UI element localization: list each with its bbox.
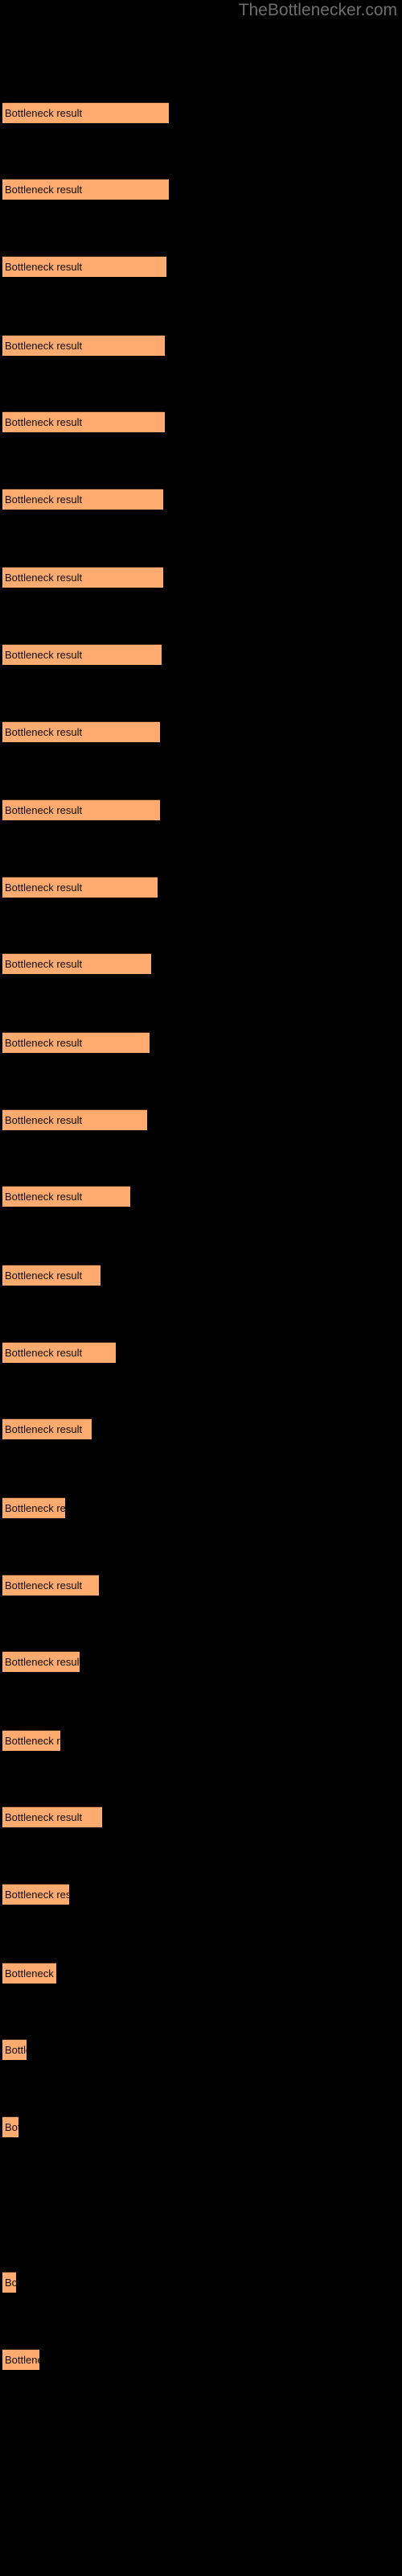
bottleneck-result-bar[interactable]: Bottleneck result	[2, 1962, 57, 1984]
bar-row: Bottleneck result	[0, 2039, 402, 2061]
bottleneck-result-bar[interactable]: Bottleneck result	[2, 1108, 148, 1130]
bar-row: Bottleneck result	[0, 2195, 402, 2217]
bar-label: Bottleneck result	[5, 649, 83, 661]
bar-row: Bottleneck result	[0, 1806, 402, 1828]
bottleneck-result-bar[interactable]: Bottleneck result	[2, 1729, 60, 1751]
bottleneck-result-bar[interactable]: Bottleneck result	[2, 1497, 66, 1518]
bar-label: Bottleneck result	[5, 881, 83, 894]
bottleneck-result-bar[interactable]: Bottleneck result	[2, 179, 169, 200]
bar-row: Bottleneck result	[0, 1574, 402, 1596]
bottleneck-result-bar[interactable]: Bottleneck result	[2, 1884, 69, 1905]
bar-row: Bottleneck result	[0, 567, 402, 588]
bottleneck-result-bar[interactable]: Bottleneck result	[2, 411, 166, 433]
bar-label: Bottleneck result	[5, 1037, 83, 1050]
bottleneck-result-bar[interactable]: Bottleneck result	[2, 2116, 18, 2137]
bar-row: Bottleneck result	[0, 1032, 402, 1054]
bar-label: Bottleneck result	[5, 2120, 18, 2133]
bar-label: Bottleneck result	[5, 2353, 39, 2366]
bar-label: Bottleneck result	[5, 958, 83, 971]
bottleneck-result-bar[interactable]: Bottleneck result	[2, 1806, 102, 1828]
bar-label: Bottleneck result	[5, 1889, 69, 1901]
bar-label: Bottleneck result	[5, 1656, 80, 1669]
bar-label: Bottleneck result	[5, 2044, 27, 2057]
bar-row: Bottleneck result	[0, 1341, 402, 1364]
bar-row: Bottleneck result	[0, 876, 402, 898]
bottleneck-result-bar[interactable]: Bottleneck result	[2, 2272, 17, 2293]
bar-label: Bottleneck result	[5, 184, 83, 196]
bar-row: Bottleneck result	[0, 488, 402, 510]
bottleneck-result-bar[interactable]: Bottleneck result	[2, 1186, 130, 1208]
bar-row: Bottleneck result	[0, 644, 402, 666]
bar-label: Bottleneck result	[5, 260, 83, 273]
bottleneck-result-bar[interactable]: Bottleneck result	[2, 1651, 80, 1673]
bar-row: Bottleneck result	[0, 2272, 402, 2293]
bar-label: Bottleneck result	[5, 1346, 83, 1359]
bar-label: Bottleneck result	[5, 106, 83, 119]
bottleneck-result-bar[interactable]: Bottleneck result	[2, 2039, 27, 2061]
bar-row: Bottleneck result	[0, 1186, 402, 1208]
bar-row: Bottleneck result	[0, 411, 402, 433]
bar-row: Bottleneck result	[0, 255, 402, 278]
bar-row: Bottleneck result	[0, 2348, 402, 2371]
bar-label: Bottleneck result	[5, 804, 83, 817]
bar-label: Bottleneck result	[5, 1113, 83, 1126]
bar-label: Bottleneck result	[5, 1191, 83, 1203]
bar-row: Bottleneck result	[0, 1651, 402, 1673]
bar-row: Bottleneck result	[0, 179, 402, 200]
bar-label: Bottleneck result	[5, 725, 83, 738]
bar-label: Bottleneck result	[5, 339, 83, 352]
bottleneck-result-bar[interactable]: Bottleneck result	[2, 644, 162, 665]
bar-row: Bottleneck result	[0, 1884, 402, 1905]
bar-label: Bottleneck result	[5, 1734, 60, 1747]
bar-row: Bottleneck result	[0, 799, 402, 821]
bottleneck-result-bar[interactable]: Bottleneck result	[2, 799, 160, 821]
bar-label: Bottleneck result	[5, 1423, 83, 1436]
bottleneck-result-bar[interactable]: Bottleneck result	[2, 567, 163, 588]
bar-row: Bottleneck result	[0, 1418, 402, 1440]
bar-row: Bottleneck result	[0, 1962, 402, 1984]
bar-label: Bottleneck result	[5, 493, 83, 506]
bar-label: Bottleneck result	[5, 416, 83, 429]
bar-row: Bottleneck result	[0, 720, 402, 743]
bottleneck-result-bar[interactable]: Bottleneck result	[2, 101, 169, 123]
bottleneck-result-bar[interactable]: Bottleneck result	[2, 876, 158, 898]
bottleneck-result-bar[interactable]: Bottleneck result	[2, 488, 163, 510]
bottleneck-result-bar[interactable]: Bottleneck result	[2, 334, 166, 356]
bar-label: Bottleneck result	[5, 1579, 83, 1591]
bottleneck-result-bar[interactable]: Bottleneck result	[2, 255, 167, 277]
bar-row: Bottleneck result	[0, 101, 402, 124]
bar-row: Bottleneck result	[0, 1265, 402, 1286]
bar-label: Bottleneck result	[5, 1269, 83, 1282]
bottleneck-result-bar[interactable]: Bottleneck result	[2, 1032, 150, 1054]
bar-row: Bottleneck result	[0, 1108, 402, 1131]
bottleneck-result-bar[interactable]: Bottleneck result	[2, 1418, 92, 1440]
bar-row: Bottleneck result	[0, 334, 402, 357]
bar-label: Bottleneck result	[5, 1811, 83, 1824]
bar-label: Bottleneck result	[5, 2277, 17, 2289]
bottleneck-result-bar[interactable]: Bottleneck result	[2, 1341, 117, 1363]
bar-label: Bottleneck result	[5, 1967, 56, 1979]
bottleneck-result-bar[interactable]: Bottleneck result	[2, 2348, 39, 2370]
bar-row: Bottleneck result	[0, 1729, 402, 1752]
bar-row: Bottleneck result	[0, 953, 402, 975]
bar-row: Bottleneck result	[0, 1497, 402, 1519]
bottleneck-result-bar[interactable]: Bottleneck result	[2, 720, 160, 742]
bottleneck-bar-chart: Bottleneck result Bottleneck result Bottle…	[0, 0, 402, 2576]
bar-row: Bottleneck result	[0, 2116, 402, 2138]
bar-label: Bottleneck result	[5, 1502, 66, 1514]
bottleneck-result-bar[interactable]: Bottleneck result	[2, 1574, 99, 1596]
bottleneck-result-bar[interactable]: Bottleneck result	[2, 953, 151, 975]
bottleneck-result-bar[interactable]: Bottleneck result	[2, 1265, 100, 1286]
bar-label: Bottleneck result	[5, 572, 83, 584]
